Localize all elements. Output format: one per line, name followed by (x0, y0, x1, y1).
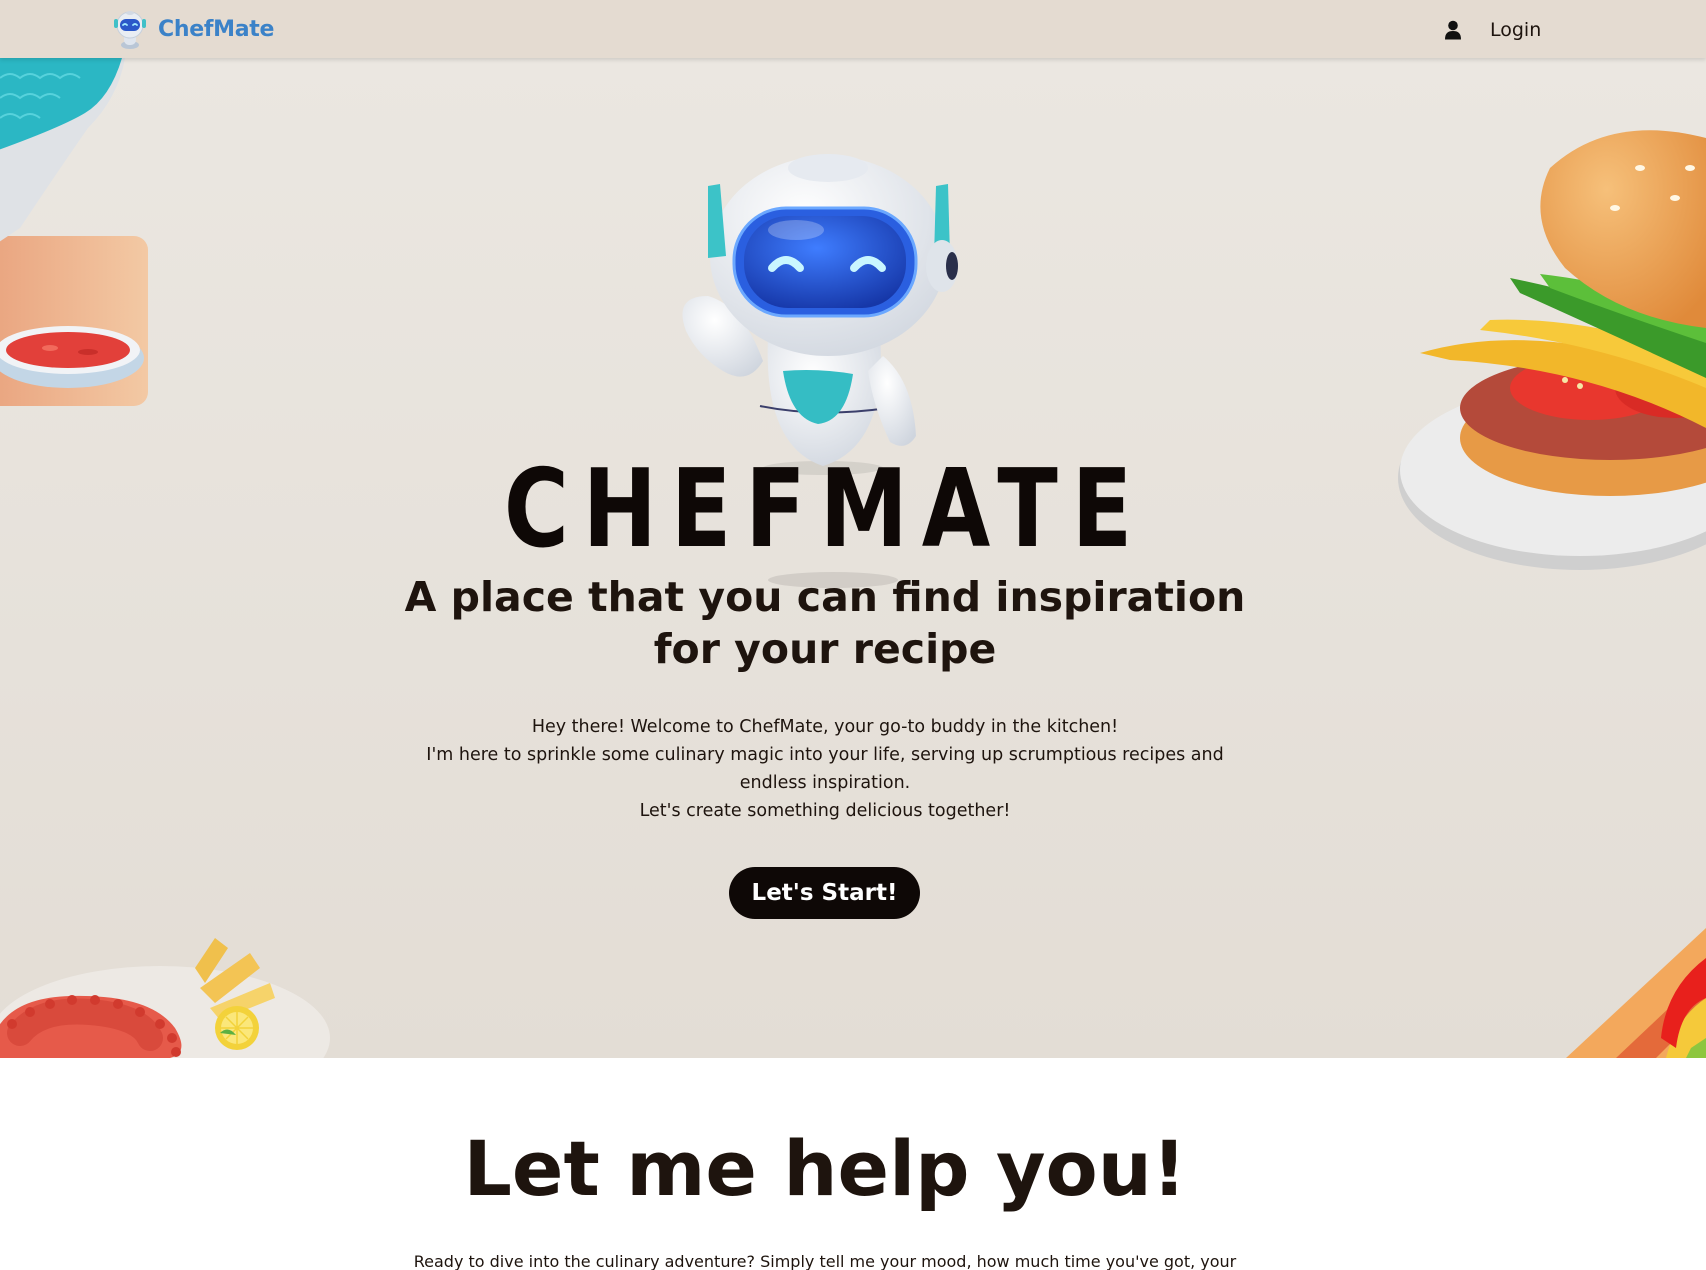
hero-section: CHEFMATE A place that you can find inspi… (0, 58, 1706, 1058)
login-label: Login (1490, 19, 1542, 41)
tagline-line-1: A place that you can find inspiration (404, 573, 1246, 621)
help-section-title: Let me help you! (463, 1124, 1187, 1213)
lets-start-button[interactable]: Let's Start! (729, 867, 920, 919)
robot-logo-icon (114, 11, 146, 49)
hero-big-title: CHEFMATE (503, 447, 1147, 572)
noodle-bowl-icon (0, 58, 148, 406)
brand-name: ChefMate (158, 16, 275, 42)
robot-mascot-icon (682, 154, 958, 475)
intro-line-2: I'm here to sprinkle some culinary magic… (426, 745, 1224, 793)
top-navbar: ChefMate Login (0, 0, 1706, 58)
intro-line-1: Hey there! Welcome to ChefMate, your go-… (531, 717, 1119, 737)
login-link[interactable]: Login (1444, 16, 1541, 44)
brand-home-link[interactable]: ChefMate (108, 7, 274, 51)
intro-line-3: Let's create something delicious togethe… (639, 801, 1011, 821)
octopus-plate-icon (0, 938, 330, 1058)
hero-intro-text: Hey there! Welcome to ChefMate, your go-… (393, 713, 1257, 825)
tagline-line-2: for your recipe (653, 625, 997, 673)
hot-dog-icon (1566, 928, 1706, 1058)
hero-tagline: A place that you can find inspiration fo… (353, 571, 1297, 675)
help-section-text: Ready to dive into the culinary adventur… (413, 1252, 1237, 1270)
user-icon (1445, 20, 1461, 40)
